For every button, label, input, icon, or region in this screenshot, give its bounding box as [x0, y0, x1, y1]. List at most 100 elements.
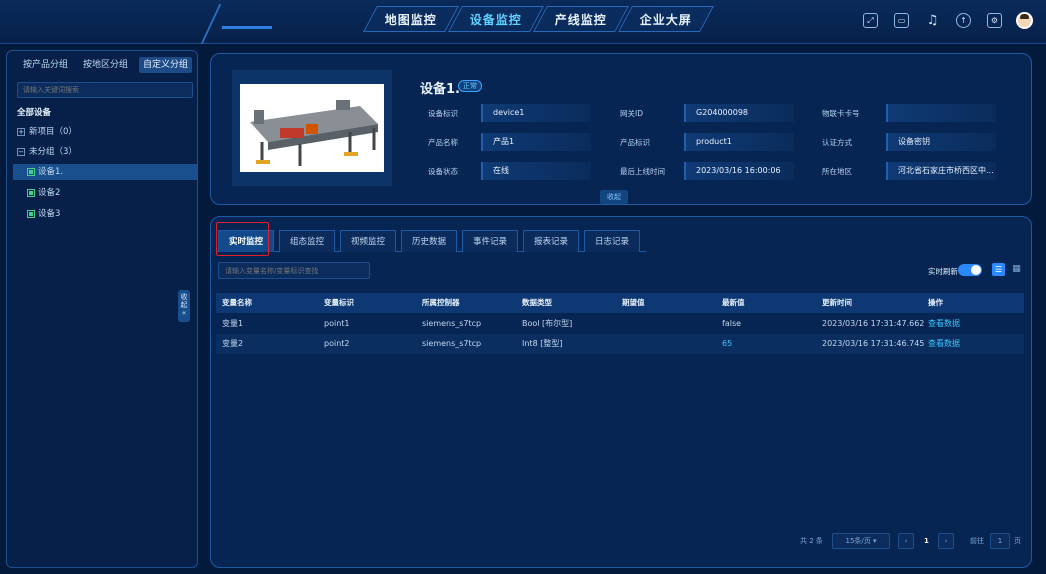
realtime-refresh-toggle[interactable]: [958, 264, 982, 276]
col-header: 最新值: [722, 298, 745, 307]
device-tree-panel: 按产品分组 按地区分组 自定义分组 全部设备 + 新项目（0） −未分组（3） 设…: [6, 50, 198, 568]
col-header: 数据类型: [522, 298, 552, 307]
status-badge: 正常: [458, 80, 482, 92]
group-tab-region[interactable]: 按地区分组: [79, 57, 132, 73]
tree-group-ungrouped[interactable]: − 未分组（3）: [17, 144, 193, 160]
gear-icon[interactable]: ⚙: [987, 13, 1002, 28]
col-header: 变量标识: [324, 298, 354, 307]
next-page-button[interactable]: ›: [938, 533, 954, 549]
tree-group-new-project[interactable]: + 新项目（0）: [17, 124, 193, 140]
goto-label: 前往: [970, 537, 984, 545]
tab-video[interactable]: 视频监控: [340, 230, 397, 252]
highlight-annotation: [216, 222, 269, 256]
tab-logs[interactable]: 日志记录: [584, 230, 641, 252]
grid-view-icon[interactable]: ▦: [1010, 263, 1023, 276]
nav-tab-label: 企业大屏: [639, 12, 692, 27]
tab-reports[interactable]: 报表记录: [523, 230, 580, 252]
list-view-icon[interactable]: ☰: [992, 263, 1005, 276]
col-header: 所属控制器: [422, 298, 460, 307]
decor-accent: [222, 26, 272, 29]
collapse-label: 收起: [180, 293, 188, 309]
cell-update-time: 2023/03/16 17:31:46.745: [822, 339, 925, 348]
page-size-select[interactable]: 15条/页 ▾: [832, 533, 890, 549]
avatar[interactable]: [1016, 12, 1033, 29]
group-tab-product[interactable]: 按产品分组: [19, 57, 72, 73]
nav-tab-label: 设备监控: [469, 12, 522, 27]
device-icon: [27, 167, 35, 176]
view-data-link[interactable]: 查看数据: [928, 334, 960, 354]
device-icon: [27, 188, 35, 197]
current-page[interactable]: 1: [924, 533, 929, 549]
prev-page-button[interactable]: ‹: [898, 533, 914, 549]
tree-device-2[interactable]: 设备2: [13, 185, 197, 201]
nav-tab-line[interactable]: 产线监控: [533, 6, 629, 32]
group-tab-custom[interactable]: 自定义分组: [139, 57, 193, 73]
collapse-info-button[interactable]: 收起: [600, 190, 628, 204]
expand-icon[interactable]: +: [17, 127, 25, 136]
cell-var-name: 变量1: [222, 319, 244, 328]
tab-events[interactable]: 事件记录: [462, 230, 519, 252]
collapse-icon[interactable]: −: [17, 147, 25, 156]
table-header: 变量名称 变量标识 所属控制器 数据类型 期望值 最新值 更新时间 操作: [216, 293, 1024, 313]
bell-icon[interactable]: ♫: [925, 13, 940, 28]
screen-icon[interactable]: ▭: [894, 13, 909, 28]
pager-total: 共 2 条: [800, 537, 823, 545]
tab-scada[interactable]: 组态监控: [279, 230, 336, 252]
field-value: 在线: [481, 162, 591, 180]
field-value: 设备密钥: [886, 133, 996, 151]
field-label: 设备状态: [428, 167, 458, 176]
field-label: 网关ID: [620, 109, 643, 118]
device-name: 设备1.: [420, 82, 460, 97]
decor-line: [200, 4, 222, 44]
device-image: [232, 70, 392, 186]
nav-tab-device[interactable]: 设备监控: [448, 6, 544, 32]
tree-root[interactable]: 全部设备: [17, 105, 193, 121]
sidebar-collapse-handle[interactable]: 收起 «: [178, 290, 190, 322]
nav-tab-map[interactable]: 地图监控: [363, 6, 459, 32]
device-photo: [240, 84, 384, 172]
field-label: 设备标识: [428, 109, 458, 118]
col-header: 更新时间: [822, 298, 852, 307]
tree-search-input[interactable]: [17, 82, 193, 98]
col-header: 期望值: [622, 298, 645, 307]
tree-device-label: 设备3: [38, 209, 61, 219]
tree-device-label: 设备2: [38, 188, 61, 198]
field-label: 最后上线时间: [620, 167, 665, 176]
top-bar: 地图监控 设备监控 产线监控 企业大屏 ⤢ ▭ ♫ ↑ ⚙: [0, 0, 1046, 44]
cell-latest-value: false: [722, 319, 742, 328]
field-value: G204000098: [684, 104, 794, 122]
tab-history[interactable]: 历史数据: [401, 230, 458, 252]
field-value: 产品1: [481, 133, 591, 151]
field-value: product1: [684, 133, 794, 151]
tree-group-label: 新项目（0）: [29, 127, 77, 137]
upload-icon[interactable]: ↑: [956, 13, 971, 28]
table-row: 变量1 point1 siemens_s7tcp Bool [布尔型] fals…: [216, 314, 1024, 334]
table-row: 变量2 point2 siemens_s7tcp Int8 [整型] 65 20…: [216, 334, 1024, 354]
tree-group-label: 未分组（3）: [29, 147, 77, 157]
device-icon: [27, 209, 35, 218]
tree-device-3[interactable]: 设备3: [13, 206, 197, 222]
col-header: 变量名称: [222, 298, 252, 307]
goto-page-input[interactable]: 1: [990, 533, 1010, 549]
field-value: [886, 104, 996, 122]
nav-tab-enterprise[interactable]: 企业大屏: [618, 6, 714, 32]
cell-var-id: point2: [324, 339, 350, 348]
chevron-left-icon: «: [181, 309, 187, 317]
variable-search-input[interactable]: [218, 262, 370, 279]
cell-data-type: Int8 [整型]: [522, 339, 563, 348]
field-label: 产品名称: [428, 138, 458, 147]
col-header: 操作: [928, 298, 943, 307]
view-data-link[interactable]: 查看数据: [928, 314, 960, 334]
field-value: 2023/03/16 16:00:06: [684, 162, 794, 180]
fullscreen-icon[interactable]: ⤢: [863, 13, 878, 28]
page-unit: 页: [1014, 537, 1021, 545]
tree-device-1[interactable]: 设备1.: [13, 164, 197, 180]
page-size-label: 15条/页: [845, 537, 871, 545]
tree-device-label: 设备1.: [38, 167, 64, 177]
field-label: 物联卡卡号: [822, 109, 860, 118]
cell-var-name: 变量2: [222, 339, 244, 348]
field-value: 河北省石家庄市桥西区中...: [886, 162, 996, 180]
field-label: 所在地区: [822, 167, 852, 176]
pagination: 共 2 条 15条/页 ▾ ‹ 1 › 前往 1 页: [800, 533, 1025, 549]
nav-tab-label: 产线监控: [554, 12, 607, 27]
